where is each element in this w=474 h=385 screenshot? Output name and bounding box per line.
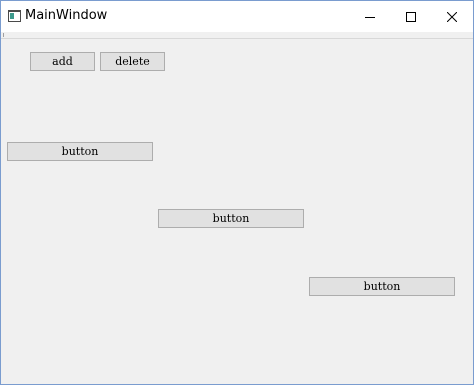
menu-bar-grip (3, 33, 4, 37)
maximize-icon (406, 11, 416, 22)
maximize-button[interactable] (391, 1, 431, 32)
button-1[interactable]: button (7, 142, 153, 161)
window-title: MainWindow (25, 8, 108, 23)
close-icon (447, 11, 457, 22)
button-3[interactable]: button (309, 277, 455, 296)
minimize-button[interactable] (350, 1, 390, 32)
button-2[interactable]: button (158, 209, 304, 228)
delete-button[interactable]: delete (100, 52, 165, 71)
close-button[interactable] (432, 1, 472, 32)
main-window: MainWindow add delete button button butt… (0, 0, 474, 385)
app-window-icon (8, 10, 21, 22)
menu-bar (1, 32, 473, 39)
add-button[interactable]: add (30, 52, 95, 71)
title-bar[interactable]: MainWindow (1, 1, 473, 32)
minimize-icon (365, 16, 375, 18)
central-widget: add delete button button button (1, 39, 473, 384)
